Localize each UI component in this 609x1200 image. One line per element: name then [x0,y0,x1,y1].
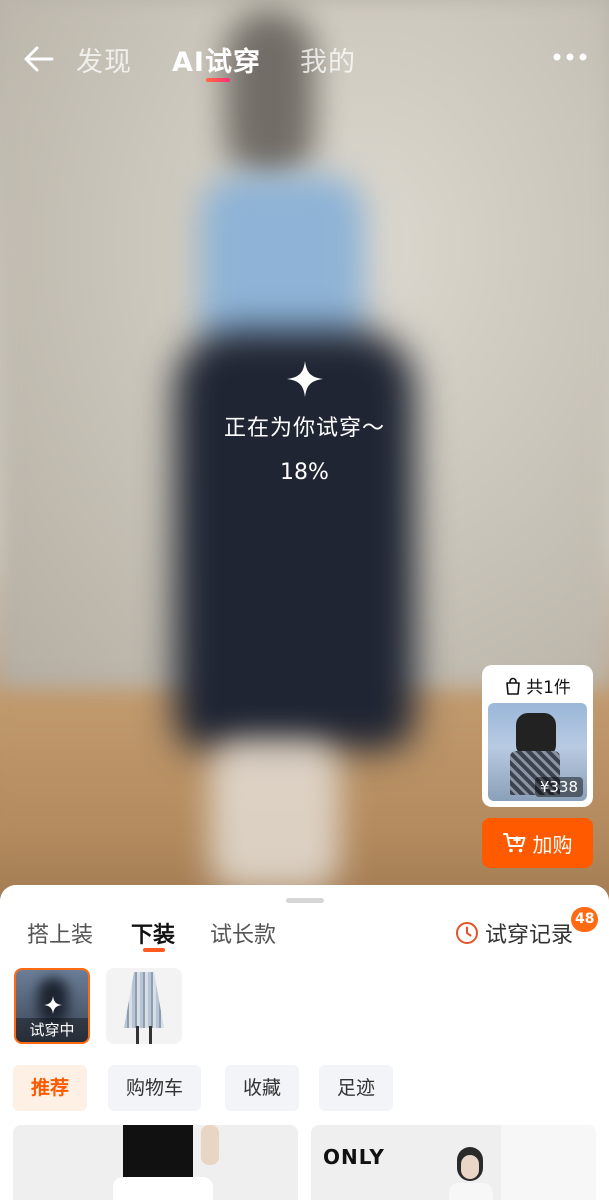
brand-logo: ONLY [323,1145,385,1169]
trying-item-thumb[interactable]: 试穿中 [14,968,90,1044]
progress-message: 正在为你试穿～ [223,416,385,441]
top-nav: 发现 AI试穿 我的 [0,30,609,90]
filter-cart[interactable]: 购物车 [108,1065,202,1111]
sheet-drag-handle[interactable] [286,898,324,903]
bottom-sheet: 搭上装 下装 试长款 试穿记录 48 试穿中 推荐 购物车 收藏 足迹 ONLY [0,885,609,1200]
sparkle-icon [44,996,62,1014]
progress-percent: 18% [280,460,329,485]
product-card[interactable] [13,1125,298,1200]
tryon-history-label: 试穿记录 [485,923,574,948]
filter-recommend[interactable]: 推荐 [13,1065,88,1111]
category-active-indicator [143,948,165,952]
category-tab-bottoms[interactable]: 下装 [131,917,175,949]
cart-count-label: 共1件 [526,678,571,698]
filter-favorites[interactable]: 收藏 [225,1065,300,1111]
active-tab-indicator [206,78,230,82]
sparkle-icon [286,361,323,397]
tryon-progress: 正在为你试穿～ 18% [0,360,609,485]
shopping-bag-icon [506,677,520,695]
clock-icon [456,922,478,944]
category-tab-tops[interactable]: 搭上装 [27,917,93,949]
cart-item-image[interactable]: ¥338 [488,703,587,801]
more-dots-icon[interactable] [552,52,588,62]
add-to-cart-button[interactable]: 加购 [482,818,593,868]
arrow-left-icon[interactable] [22,42,56,76]
preview-figure-legs [210,740,340,890]
tab-discover[interactable]: 发现 [76,40,132,79]
add-to-cart-label: 加购 [532,832,573,857]
tryon-history-button[interactable]: 试穿记录 [455,917,573,949]
category-tab-long[interactable]: 试长款 [210,917,276,949]
cart-icon [502,833,525,853]
tab-mine[interactable]: 我的 [300,40,356,79]
skirt-item-thumb[interactable] [106,968,182,1044]
tab-ai-tryon[interactable]: AI试穿 [172,40,261,79]
cart-summary-card[interactable]: 共1件 ¥338 [482,665,593,807]
filter-footprints[interactable]: 足迹 [319,1065,394,1111]
product-card[interactable]: ONLY [311,1125,596,1200]
trying-status-label: 试穿中 [16,1018,88,1042]
cart-count: 共1件 [482,673,593,698]
history-count-badge: 48 [571,907,599,932]
cart-item-price: ¥338 [534,777,583,797]
